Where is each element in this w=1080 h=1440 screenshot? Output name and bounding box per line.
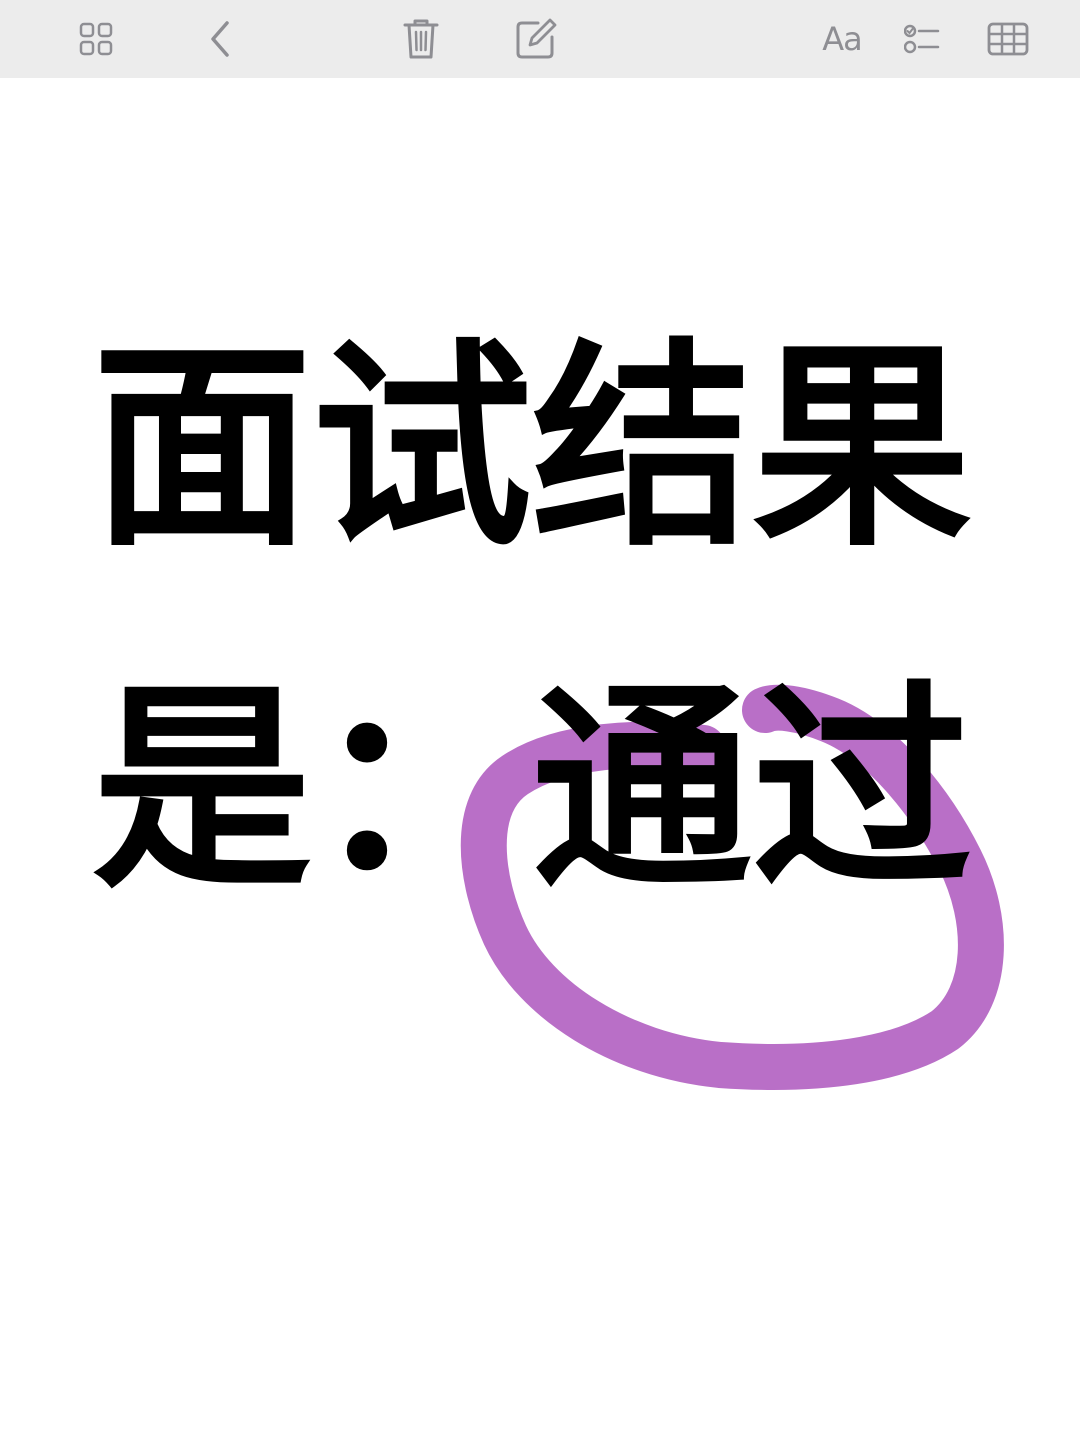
- text-format-icon: Aa: [822, 20, 862, 58]
- grid-icon: [79, 22, 113, 56]
- notes-toolbar: Aa: [0, 0, 1080, 78]
- note-heading-line: 面试结果: [92, 320, 973, 576]
- result-highlight: 通过: [532, 662, 973, 918]
- trash-icon: [402, 17, 440, 61]
- note-result-line: 是：通过: [92, 680, 972, 900]
- back-button[interactable]: [184, 0, 256, 78]
- table-icon: [987, 22, 1029, 56]
- checklist-icon: [904, 24, 940, 54]
- compose-icon: [514, 17, 558, 61]
- checklist-button[interactable]: [886, 0, 958, 78]
- text-format-button[interactable]: Aa: [806, 0, 878, 78]
- table-button[interactable]: [972, 0, 1044, 78]
- compose-button[interactable]: [500, 0, 572, 78]
- chevron-left-icon: [205, 19, 235, 59]
- delete-button[interactable]: [385, 0, 457, 78]
- gallery-view-button[interactable]: [60, 0, 132, 78]
- result-prefix: 是：: [92, 662, 533, 918]
